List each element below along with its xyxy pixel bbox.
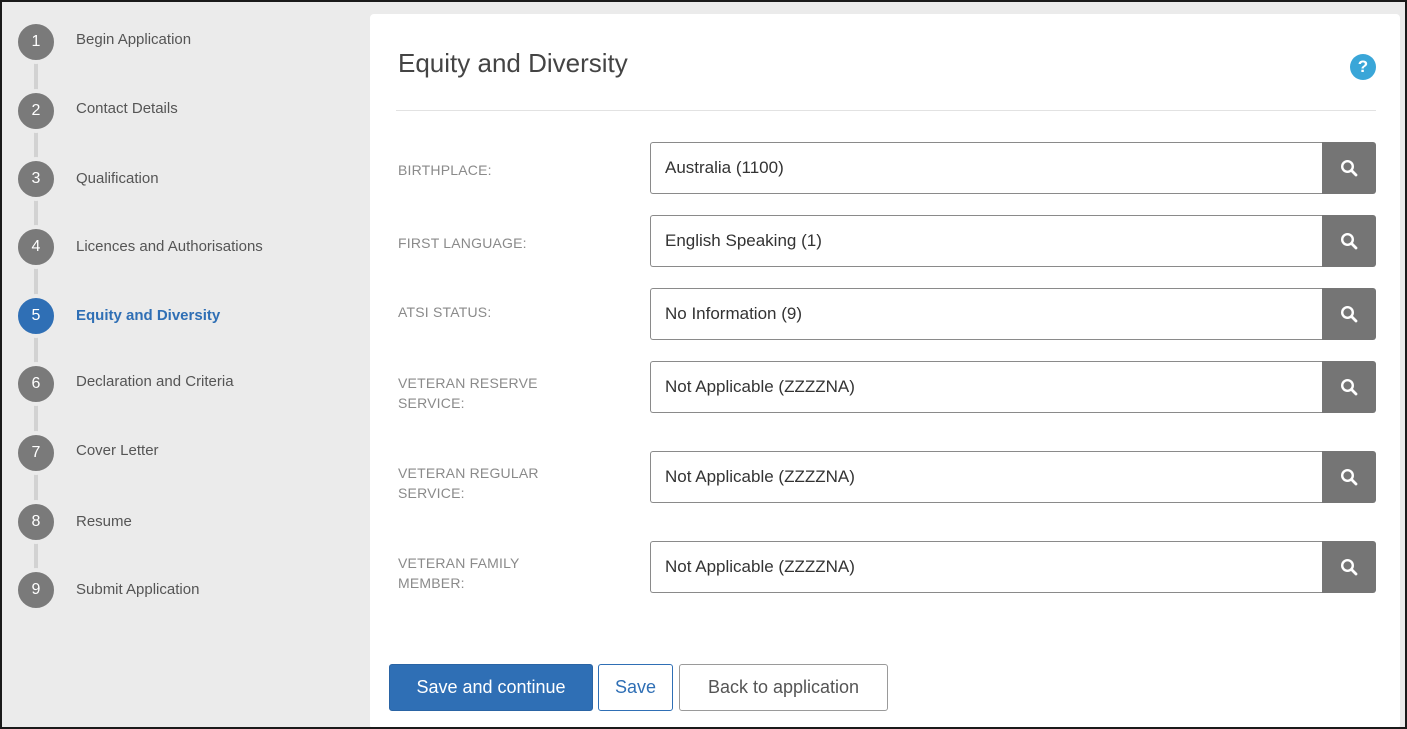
step-cover-letter[interactable]: 7 Cover Letter <box>4 430 366 476</box>
save-button[interactable]: Save <box>598 664 673 711</box>
veteran-family-member-label: VETERAN FAMILY MEMBER: <box>398 555 520 591</box>
veteran-reserve-service-field[interactable] <box>650 361 1322 413</box>
veteran-family-member-input-group <box>650 541 1376 593</box>
veteran-regular-service-label: VETERAN REGULAR SERVICE: <box>398 465 539 501</box>
step-number: 4 <box>14 225 58 269</box>
search-icon <box>1340 468 1358 486</box>
birthplace-label: BIRTHPLACE: <box>398 162 492 178</box>
step-label: Equity and Diversity <box>76 307 221 324</box>
birthplace-field[interactable] <box>650 142 1322 194</box>
step-number: 1 <box>14 20 58 64</box>
step-label: Declaration and Criteria <box>76 373 234 390</box>
step-label: Begin Application <box>76 31 192 48</box>
step-licences-and-authorisations[interactable]: 4 Licences and Authorisations <box>4 224 366 270</box>
step-equity-and-diversity[interactable]: 5 Equity and Diversity <box>4 293 366 339</box>
atsi-status-field[interactable] <box>650 288 1322 340</box>
step-label: Qualification <box>76 170 159 187</box>
step-begin-application[interactable]: 1 Begin Application <box>4 19 366 65</box>
title-divider <box>396 110 1376 111</box>
step-label: Resume <box>76 513 132 530</box>
step-number: 5 <box>14 294 58 338</box>
birthplace-search-button[interactable] <box>1322 142 1376 194</box>
step-declaration-and-criteria[interactable]: 6 Declaration and Criteria <box>4 361 366 407</box>
sidebar-stepper: 1 Begin Application 2 Contact Details 3 … <box>4 4 366 727</box>
search-icon <box>1340 558 1358 576</box>
step-contact-details[interactable]: 2 Contact Details <box>4 88 366 134</box>
first-language-field[interactable] <box>650 215 1322 267</box>
veteran-reserve-service-input-group <box>650 361 1376 413</box>
form-panel: Equity and Diversity ? BIRTHPLACE: FIRST… <box>370 14 1400 727</box>
step-number: 7 <box>14 431 58 475</box>
step-number: 6 <box>14 362 58 406</box>
search-icon <box>1340 159 1358 177</box>
save-and-continue-button[interactable]: Save and continue <box>389 664 593 711</box>
step-number: 2 <box>14 89 58 133</box>
atsi-status-label: ATSI STATUS: <box>398 304 492 320</box>
step-label: Contact Details <box>76 100 178 117</box>
first-language-label: FIRST LANGUAGE: <box>398 235 527 251</box>
step-qualification[interactable]: 3 Qualification <box>4 156 366 202</box>
first-language-input-group <box>650 215 1376 267</box>
veteran-reserve-service-label: VETERAN RESERVE SERVICE: <box>398 375 538 411</box>
step-submit-application[interactable]: 9 Submit Application <box>4 567 366 613</box>
step-resume[interactable]: 8 Resume <box>4 499 366 545</box>
birthplace-input-group <box>650 142 1376 194</box>
atsi-status-search-button[interactable] <box>1322 288 1376 340</box>
step-label: Submit Application <box>76 581 200 598</box>
search-icon <box>1340 305 1358 323</box>
step-number: 9 <box>14 568 58 612</box>
step-label: Licences and Authorisations <box>76 238 263 255</box>
step-number: 8 <box>14 500 58 544</box>
veteran-regular-service-input-group <box>650 451 1376 503</box>
first-language-search-button[interactable] <box>1322 215 1376 267</box>
veteran-reserve-service-search-button[interactable] <box>1322 361 1376 413</box>
application-frame: 1 Begin Application 2 Contact Details 3 … <box>0 0 1407 729</box>
page-title: Equity and Diversity <box>398 48 628 78</box>
veteran-regular-service-field[interactable] <box>650 451 1322 503</box>
atsi-status-input-group <box>650 288 1376 340</box>
veteran-regular-service-search-button[interactable] <box>1322 451 1376 503</box>
step-number: 3 <box>14 157 58 201</box>
search-icon <box>1340 232 1358 250</box>
veteran-family-member-search-button[interactable] <box>1322 541 1376 593</box>
search-icon <box>1340 378 1358 396</box>
back-to-application-button[interactable]: Back to application <box>679 664 888 711</box>
question-circle-icon[interactable]: ? <box>1350 54 1376 80</box>
step-label: Cover Letter <box>76 442 159 459</box>
veteran-family-member-field[interactable] <box>650 541 1322 593</box>
